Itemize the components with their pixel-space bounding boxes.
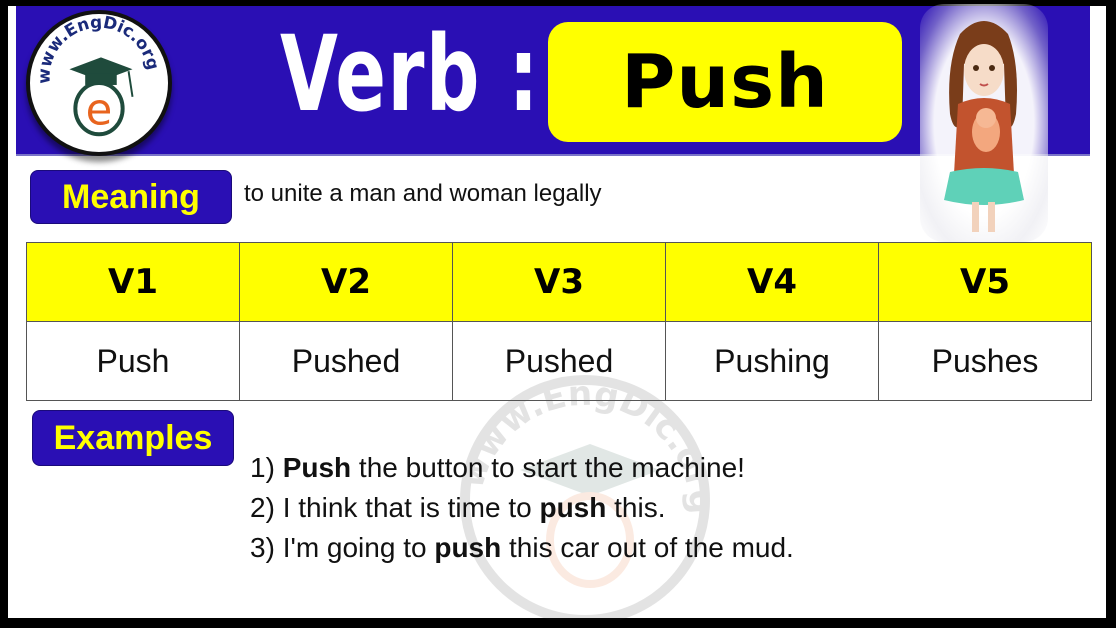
example-text-before: I'm going to [282,532,435,563]
example-number: 3) [250,532,275,563]
column-header-v5: V5 [878,242,1092,322]
example-verb: Push [282,452,352,483]
example-item: 3) I'm going to push this car out of the… [250,528,794,568]
column-header-v2: V2 [239,242,453,322]
cell-v3: Pushed [452,321,666,401]
example-item: 2) I think that is time to push this. [250,488,794,528]
example-text-before: I think that is time to [282,492,540,523]
example-item: 1) Push the button to start the machine! [250,448,794,488]
examples-label: Examples [32,410,234,466]
logo-letter: e [86,85,113,135]
cell-v2: Pushed [239,321,453,401]
meaning-label: Meaning [30,170,232,224]
column-header-v4: V4 [665,242,879,322]
examples-list: 1) Push the button to start the machine!… [250,448,794,568]
verb-word-box: Push [548,22,902,142]
example-text-after: this car out of the mud. [501,532,794,563]
engdic-logo: www.EngDic.org e [26,10,172,156]
example-text-after: this. [606,492,666,523]
example-verb: push [434,532,502,563]
verb-word: Push [621,39,829,125]
example-number: 1) [250,452,275,483]
girl-illustration [920,4,1048,242]
cell-v5: Pushes [878,321,1092,401]
cell-v4: Pushing [665,321,879,401]
example-verb: push [539,492,607,523]
table-header-row: V1 V2 V3 V4 V5 [26,242,1092,322]
page-title: Verb : [280,13,540,135]
meaning-text: to unite a man and woman legally [244,180,602,207]
example-text-after: the button to start the machine! [351,452,745,483]
logo-icon: www.EngDic.org e [34,14,164,137]
example-number: 2) [250,492,275,523]
column-header-v3: V3 [452,242,666,322]
verb-forms-table: V1 V2 V3 V4 V5 Push Pushed Pushed Pushin… [26,242,1092,401]
cell-v1: Push [26,321,240,401]
girl-with-cat-icon [944,21,1024,232]
table-row: Push Pushed Pushed Pushing Pushes [26,321,1092,401]
column-header-v1: V1 [26,242,240,322]
